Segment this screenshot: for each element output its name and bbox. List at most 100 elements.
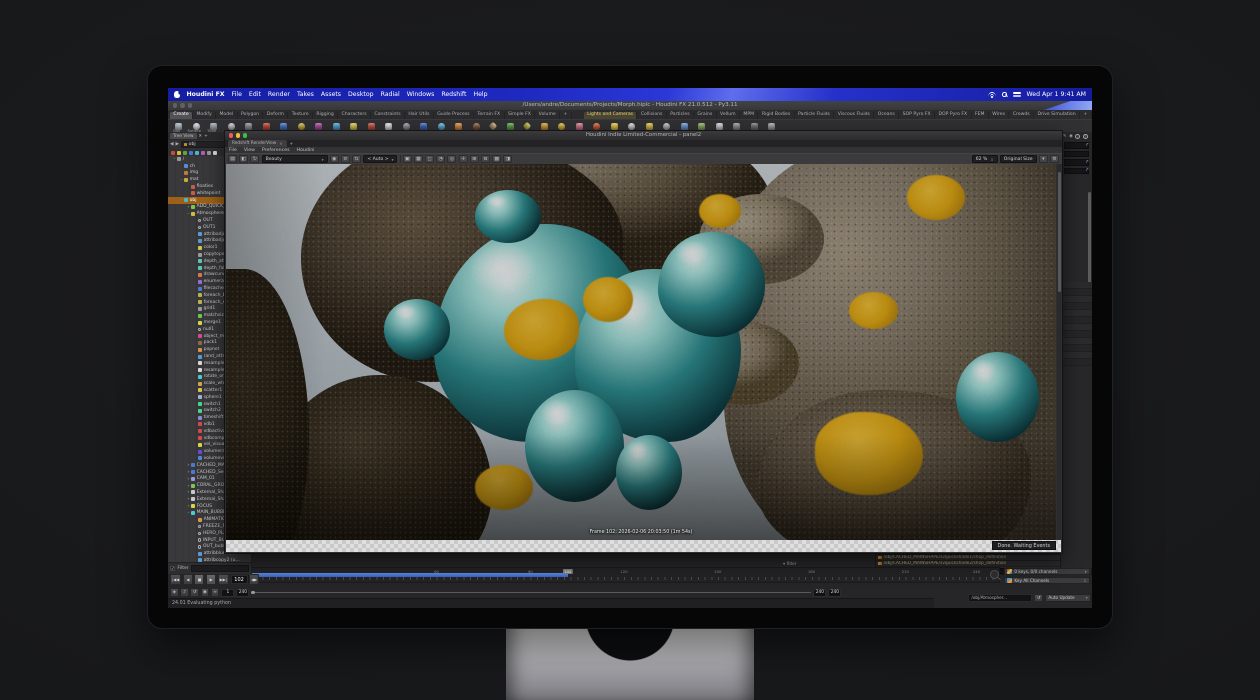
- global-end-field-b[interactable]: 240: [828, 589, 841, 597]
- add-tab-icon[interactable]: +: [204, 134, 208, 139]
- key-all-channels-button[interactable]: Key All Channels⇕: [1004, 577, 1090, 584]
- shelf-tab[interactable]: Lights and Cameras: [584, 112, 638, 119]
- tiles-icon[interactable]: ▩: [492, 155, 501, 163]
- snapshot-icon[interactable]: ◧: [239, 155, 248, 163]
- shelf-tool-icon[interactable]: [333, 123, 340, 130]
- shelf-tab[interactable]: Particles: [667, 112, 694, 119]
- menu-item[interactable]: Help: [473, 91, 487, 98]
- shelf-tab[interactable]: Particle Fluids: [795, 112, 835, 119]
- render-region-icon[interactable]: ◉: [330, 155, 339, 163]
- refresh-icon[interactable]: ↺: [1034, 594, 1043, 603]
- gear-icon[interactable]: ⚙: [1050, 155, 1059, 163]
- shelf-tab[interactable]: Rigging: [313, 112, 338, 119]
- restart-render-icon[interactable]: ↻: [250, 155, 259, 163]
- filter-input[interactable]: [191, 565, 249, 572]
- dopesheet-icon[interactable]: ≈: [211, 588, 220, 597]
- split-view-icon[interactable]: ◨: [503, 155, 512, 163]
- shelf-tab[interactable]: Modify: [193, 112, 216, 119]
- menu-item[interactable]: Redshift: [441, 91, 466, 98]
- auto-snapshot-select[interactable]: < Auto > ▾: [363, 155, 397, 163]
- shelf-tab[interactable]: Create: [170, 112, 193, 119]
- shelf-tool-icon[interactable]: [646, 123, 653, 130]
- zoom-out-icon[interactable]: ⊟: [481, 155, 490, 163]
- swap-icon[interactable]: ⇆: [352, 155, 361, 163]
- shelf-tool-icon[interactable]: [593, 123, 600, 130]
- timeline[interactable]: 6090120150180210240 102: [248, 567, 1000, 583]
- shelf-tab[interactable]: Simple FX: [505, 112, 536, 119]
- node-jump-icon[interactable]: ↱: [1086, 142, 1089, 147]
- anim-options-icon[interactable]: ◈: [170, 588, 179, 597]
- keys-channels-dropdown[interactable]: 0 keys, 0/0 channels▾: [1004, 568, 1090, 575]
- shelf-tab[interactable]: Wires: [989, 112, 1010, 119]
- node-jump-icon[interactable]: ↱: [1086, 167, 1089, 172]
- parameter-field[interactable]: ↱: [1064, 168, 1089, 175]
- shelf-tool-icon[interactable]: [541, 123, 548, 130]
- shelf-tool-icon[interactable]: [576, 123, 583, 130]
- renderview-tab[interactable]: Redshift RenderView ✕: [228, 140, 287, 147]
- parameter-field[interactable]: ↱: [1064, 142, 1089, 149]
- menu-item[interactable]: Radial: [381, 91, 400, 98]
- shelf-tool-icon[interactable]: [315, 123, 322, 130]
- current-frame-field[interactable]: 102: [231, 575, 248, 585]
- render-window-title-bar[interactable]: Houdini Indie Limited-Commercial - panel…: [225, 131, 1062, 140]
- tree-filter-icon[interactable]: [207, 151, 211, 155]
- render-scrollbar[interactable]: [1057, 164, 1061, 540]
- shelf-tab[interactable]: Drive Simulation: [1034, 112, 1080, 119]
- menu-item[interactable]: Assets: [321, 91, 341, 98]
- shelf-tab[interactable]: Rigid Bodies: [758, 112, 794, 119]
- render-pass-select[interactable]: Beauty ▾: [262, 155, 328, 163]
- frame-range-slider[interactable]: [251, 589, 811, 597]
- menu-item[interactable]: Windows: [407, 91, 435, 98]
- audio-icon[interactable]: ♪: [180, 588, 189, 597]
- auto-update-dropdown[interactable]: Auto Update▾: [1045, 594, 1091, 601]
- info-icon[interactable]: i: [1075, 134, 1080, 139]
- shelf-tool-icon[interactable]: [385, 123, 392, 130]
- shelf-tab[interactable]: Collisions: [637, 112, 666, 119]
- range-end-field[interactable]: 240: [236, 589, 249, 597]
- tree-filter-icon[interactable]: [171, 151, 175, 155]
- play-reverse-button[interactable]: ◀: [183, 574, 193, 585]
- menu-item[interactable]: Render: [268, 91, 290, 98]
- shelf-tool-icon[interactable]: [403, 123, 410, 130]
- shelf-tool-icon[interactable]: [420, 123, 427, 130]
- shelf-tool-icon[interactable]: [628, 123, 635, 130]
- shelf-tool-icon[interactable]: [768, 123, 775, 130]
- shelf-tab[interactable]: Deform: [263, 112, 288, 119]
- shelf-tool-icon[interactable]: [455, 123, 462, 130]
- shelf-tool-icon[interactable]: [245, 123, 252, 130]
- close-icon[interactable]: ✕: [199, 134, 203, 139]
- shelf-tab[interactable]: Viscous Fluids: [834, 112, 874, 119]
- shelf-tab[interactable]: Model: [216, 112, 238, 119]
- tree-filter-icon[interactable]: [213, 151, 217, 155]
- render-image[interactable]: Frame 102: 2026-02-06 20:03:50 (1m 54s): [226, 164, 1056, 540]
- tree-filter-icon[interactable]: [183, 151, 187, 155]
- shelf-tab[interactable]: Oceans: [874, 112, 899, 119]
- shelf-tab[interactable]: Terrain FX: [474, 112, 505, 119]
- search-icon[interactable]: ◉: [1069, 134, 1073, 139]
- back-icon[interactable]: ◀: [170, 142, 174, 147]
- render-menu-item[interactable]: Preferences: [262, 148, 290, 153]
- scrub-icon[interactable]: ↺: [190, 588, 199, 597]
- control-center-icon[interactable]: [1013, 92, 1021, 97]
- chevron-down-icon[interactable]: ▾: [1039, 155, 1048, 163]
- shelf-tab[interactable]: FEM: [972, 112, 989, 119]
- shelf-tab[interactable]: Guide Process: [434, 112, 474, 119]
- shelf-tab[interactable]: Volume: [535, 112, 560, 119]
- shelf-tool-icon[interactable]: [523, 122, 531, 130]
- stop-button[interactable]: ■: [194, 574, 204, 585]
- range-start-field[interactable]: 1: [221, 589, 234, 597]
- filter-checkbox[interactable]: ✓: [170, 566, 175, 571]
- shelf-tool-icon[interactable]: [733, 123, 740, 130]
- ab-compare-icon[interactable]: ⊘: [341, 155, 350, 163]
- shelf-tab[interactable]: Vellum: [717, 112, 740, 119]
- edit-icon[interactable]: ✎: [1063, 134, 1067, 139]
- menu-bar-clock[interactable]: Wed Apr 1 9:41 AM: [1027, 91, 1086, 98]
- range-arrows-button[interactable]: ◀▶: [249, 574, 259, 585]
- shelf-tool-icon[interactable]: [558, 123, 565, 130]
- realtime-toggle-icon[interactable]: ◉: [201, 588, 210, 597]
- shelf-tool-icon[interactable]: [751, 123, 758, 130]
- shelf-tool-icon[interactable]: [663, 123, 670, 130]
- magnifier-icon[interactable]: [990, 570, 999, 579]
- render-menu-item[interactable]: View: [244, 148, 255, 153]
- shelf-tab[interactable]: Grains: [694, 112, 717, 119]
